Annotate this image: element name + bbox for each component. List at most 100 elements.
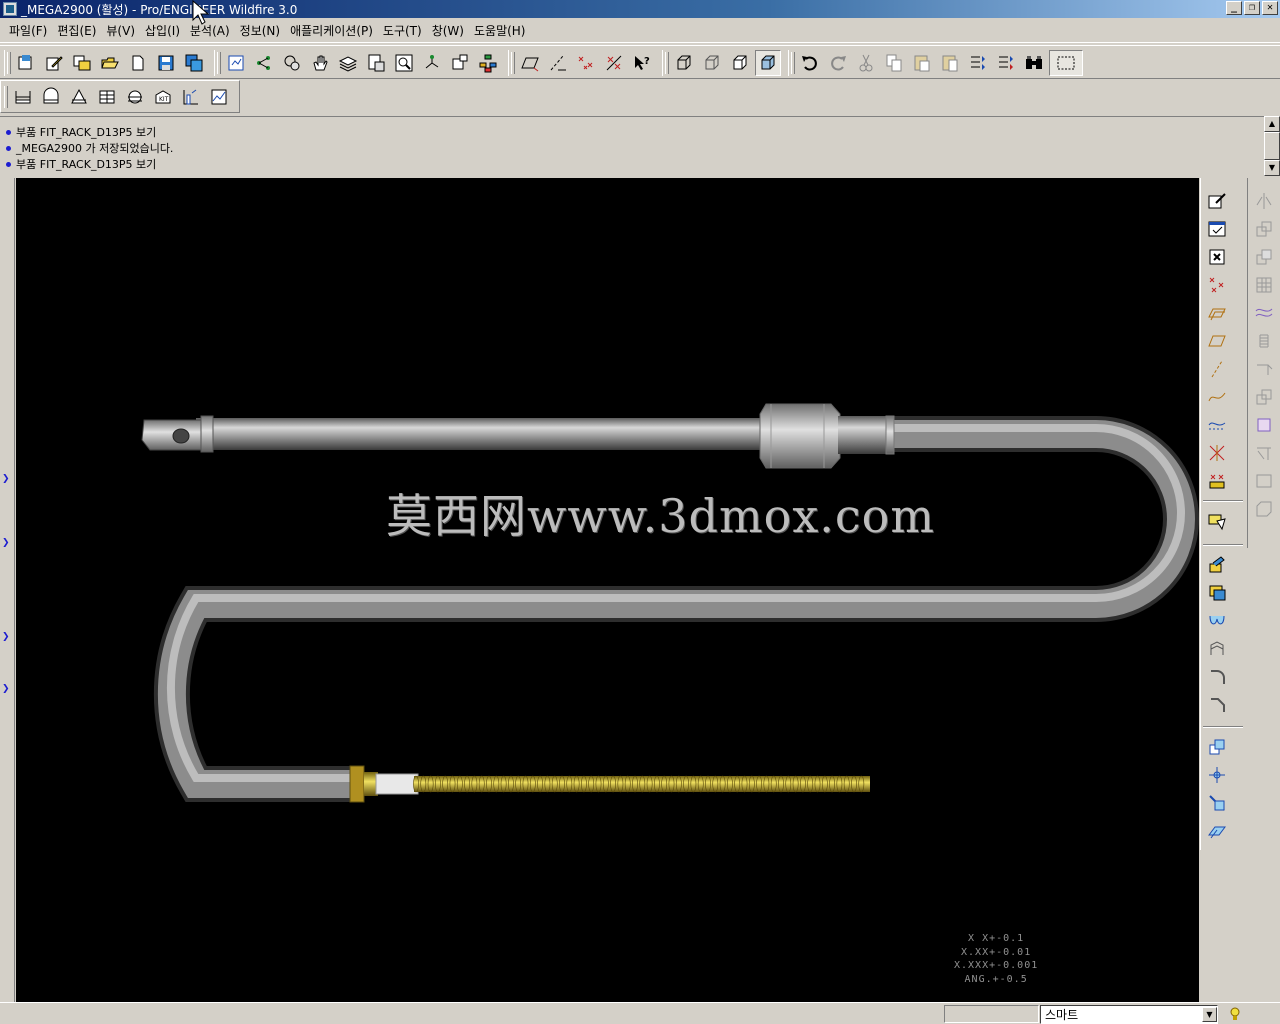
restore-button[interactable]: ❐ [1244, 1, 1260, 15]
curve-analysis-button[interactable] [38, 84, 64, 110]
shading-button[interactable] [755, 50, 781, 76]
cut-button[interactable] [853, 50, 879, 76]
expand-arrow-icon[interactable]: ❯ [2, 538, 10, 548]
merge-button[interactable] [1251, 216, 1277, 242]
intersect-button[interactable] [1251, 244, 1277, 270]
layers-button[interactable] [335, 50, 361, 76]
chamfer-button[interactable] [1204, 692, 1230, 718]
spring-button[interactable] [1251, 328, 1277, 354]
scroll-down-button[interactable]: ▼ [1264, 160, 1280, 176]
open-recent-button[interactable] [69, 50, 95, 76]
paste-special-button[interactable] [937, 50, 963, 76]
new-doc-button[interactable] [125, 50, 151, 76]
regenerate-button[interactable] [223, 50, 249, 76]
kit-button[interactable]: KIT [150, 84, 176, 110]
selection-filter-select[interactable]: 스마트 ▼ [1040, 1005, 1218, 1024]
navigator-sash[interactable]: ❯ ❯ ❯ ❯ [0, 178, 15, 1002]
analysis-feature-button[interactable] [1204, 468, 1230, 494]
save-copy-button[interactable] [181, 50, 207, 76]
solidify-button[interactable] [1251, 384, 1277, 410]
copy-button[interactable] [881, 50, 907, 76]
sweep-button[interactable] [1204, 608, 1230, 634]
extend-button[interactable] [1251, 356, 1277, 382]
mirror-button[interactable] [1251, 188, 1277, 214]
sensitivity-button[interactable] [206, 84, 232, 110]
new-button[interactable] [13, 50, 39, 76]
graph-button[interactable] [178, 84, 204, 110]
open-button[interactable] [97, 50, 123, 76]
menu-window[interactable]: 창(W) [427, 22, 469, 39]
search-button[interactable] [1021, 50, 1047, 76]
blend-button[interactable] [1204, 636, 1230, 662]
shell-button[interactable] [1251, 468, 1277, 494]
no-hidden-button[interactable] [727, 50, 753, 76]
zoom-button[interactable] [391, 50, 417, 76]
chevron-down-icon[interactable]: ▼ [1202, 1007, 1217, 1022]
mass-properties-button[interactable] [66, 84, 92, 110]
pan-button[interactable] [307, 50, 333, 76]
annotation-button[interactable] [1204, 508, 1230, 534]
sketch-tool-button[interactable] [1204, 188, 1230, 214]
minimize-button[interactable]: _ [1226, 1, 1242, 15]
menu-edit[interactable]: 편집(E) [52, 22, 101, 39]
edit-new-button[interactable] [41, 50, 67, 76]
menu-tools[interactable]: 도구(T) [378, 22, 427, 39]
expand-arrow-icon[interactable]: ❯ [2, 474, 10, 484]
trim-button[interactable] [1204, 790, 1230, 816]
graphics-viewport[interactable]: 莫西网www.3dmox.com X X+-0.1 X.XX+-0.01 X.X… [16, 178, 1199, 1002]
orient-button[interactable] [419, 50, 445, 76]
thicken-button[interactable] [1251, 412, 1277, 438]
scroll-up-button[interactable]: ▲ [1264, 116, 1280, 132]
axis-tool-button[interactable] [1204, 356, 1230, 382]
selection-box-button[interactable] [1049, 50, 1083, 76]
undo-button[interactable] [797, 50, 823, 76]
tree-structure-button[interactable] [475, 50, 501, 76]
saved-view-button[interactable] [447, 50, 473, 76]
datum-plane-button[interactable] [517, 50, 543, 76]
clearance-button[interactable] [122, 84, 148, 110]
measure-button[interactable] [10, 84, 36, 110]
message-scrollbar[interactable]: ▲ ▼ [1264, 116, 1280, 176]
expand-arrow-icon[interactable]: ❯ [2, 684, 10, 694]
menu-applications[interactable]: 애플리케이션(P) [285, 22, 378, 39]
coordinate-system-button[interactable] [601, 50, 627, 76]
round-button[interactable] [1204, 664, 1230, 690]
datum-plane-tool-button[interactable] [1204, 300, 1230, 326]
model-tree-button[interactable] [279, 50, 305, 76]
context-help-button[interactable]: ? [629, 50, 655, 76]
find-button[interactable] [993, 50, 1019, 76]
sketched-curve-button[interactable] [1204, 412, 1230, 438]
insert-feature-button[interactable] [1204, 216, 1230, 242]
copy-feature-button[interactable] [1204, 734, 1230, 760]
menu-help[interactable]: 도움말(H) [469, 22, 531, 39]
rib-button[interactable] [1251, 496, 1277, 522]
expand-arrow-icon[interactable]: ❯ [2, 632, 10, 642]
delete-feature-button[interactable] [1204, 244, 1230, 270]
datum-point-button[interactable] [573, 50, 599, 76]
offset-button[interactable] [1204, 818, 1230, 844]
plane-tool-button[interactable] [1204, 328, 1230, 354]
curve-tool-button[interactable] [1204, 384, 1230, 410]
section-button[interactable] [94, 84, 120, 110]
menu-file[interactable]: 파일(F) [4, 22, 52, 39]
view-manager-button[interactable] [363, 50, 389, 76]
hidden-line-button[interactable] [699, 50, 725, 76]
save-button[interactable] [153, 50, 179, 76]
extrude-button[interactable] [1204, 552, 1230, 578]
datum-axis-button[interactable] [251, 50, 277, 76]
paste-button[interactable] [909, 50, 935, 76]
datum-axis-tool-button[interactable] [545, 50, 571, 76]
revolve-button[interactable] [1204, 580, 1230, 606]
menu-insert[interactable]: 삽입(I) [140, 22, 185, 39]
menu-info[interactable]: 정보(N) [235, 22, 285, 39]
scroll-thumb[interactable] [1264, 132, 1280, 160]
datum-point-tool-button[interactable] [1204, 272, 1230, 298]
pattern-button[interactable] [1204, 762, 1230, 788]
lightbulb-icon[interactable] [1228, 1006, 1242, 1022]
menu-view[interactable]: 뷰(V) [101, 22, 140, 39]
draft-button[interactable] [1251, 440, 1277, 466]
wireframe-button[interactable] [671, 50, 697, 76]
regen-manager-button[interactable] [965, 50, 991, 76]
close-button[interactable]: ✕ [1262, 1, 1278, 15]
grid-button[interactable] [1251, 272, 1277, 298]
